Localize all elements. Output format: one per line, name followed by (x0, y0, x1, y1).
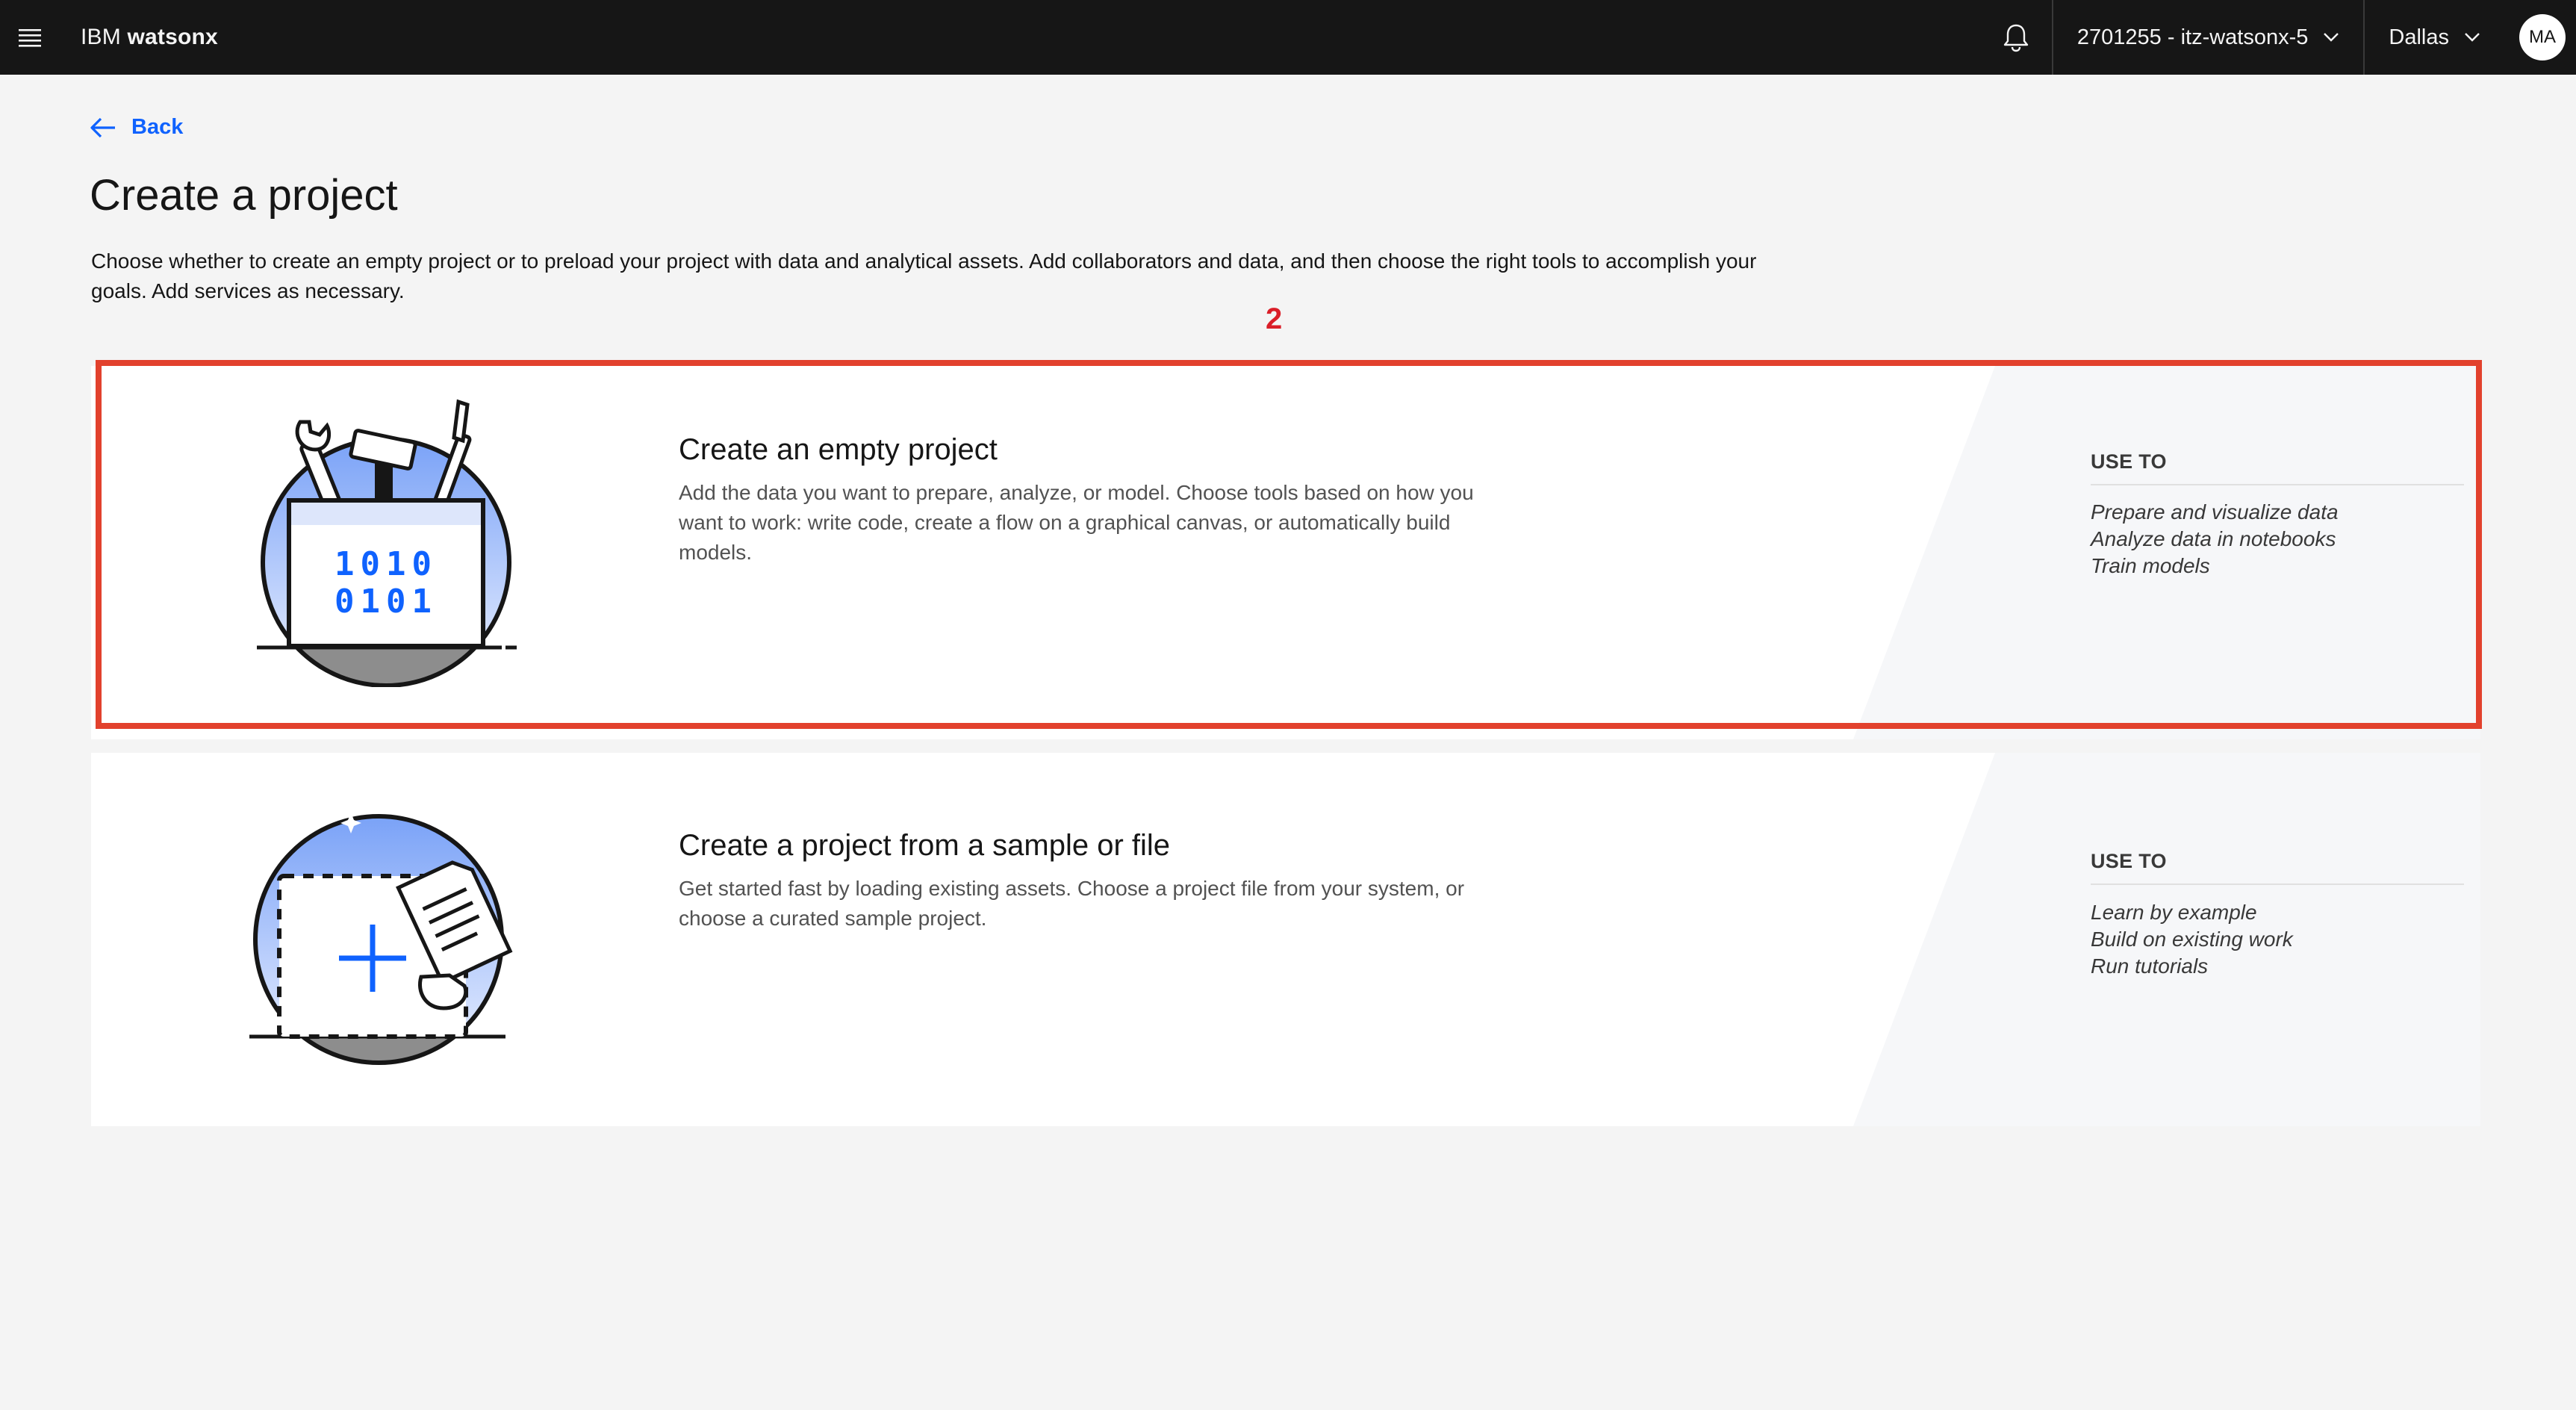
use-to-item: Train models (2091, 554, 2210, 577)
use-to-heading: USE TO (2091, 450, 2464, 485)
binary-line-1: 1010 (335, 545, 438, 583)
use-to-item: Run tutorials (2091, 954, 2209, 978)
card-description: Get started fast by loading existing ass… (679, 877, 1465, 930)
use-to-list: Learn by example Build on existing work … (2091, 899, 2293, 980)
add-file-illustration (249, 798, 513, 1065)
notifications-button[interactable] (1980, 0, 2052, 75)
use-to-list: Prepare and visualize data Analyze data … (2091, 499, 2339, 580)
top-nav-bar: IBM watsonx 2701255 - itz-watsonx-5 Dall… (0, 0, 2576, 75)
use-to-item: Build on existing work (2091, 928, 2293, 951)
back-link[interactable]: Back (90, 115, 183, 140)
use-to-item: Prepare and visualize data (2091, 500, 2339, 524)
chevron-down-icon (2465, 33, 2480, 42)
brand-ibm: IBM (81, 25, 121, 49)
menu-icon (19, 29, 41, 47)
card-description: Add the data you want to prepare, analyz… (679, 481, 1474, 564)
use-to-item: Learn by example (2091, 901, 2257, 924)
account-name: 2701255 - itz-watsonx-5 (2076, 25, 2309, 49)
use-to-heading: USE TO (2091, 850, 2464, 885)
use-to-item: Analyze data in notebooks (2091, 527, 2336, 550)
region-name: Dallas (2389, 25, 2449, 49)
page-title: Create a project (90, 171, 398, 220)
create-from-sample-or-file-card[interactable]: Create a project from a sample or file G… (91, 753, 2480, 1126)
arrow-left-icon (90, 117, 115, 137)
binary-line-2: 0101 (335, 583, 438, 621)
product-name[interactable]: IBM watsonx (81, 25, 218, 50)
chevron-down-icon (2324, 33, 2339, 42)
annotation-step-number: 2 (1266, 302, 1283, 335)
back-label: Back (131, 115, 184, 139)
create-empty-project-card[interactable]: 1010 0101 Create an empty project Add th… (91, 366, 2480, 739)
region-switcher[interactable]: Dallas (2363, 0, 2504, 75)
user-avatar[interactable]: MA (2519, 14, 2566, 60)
page-description: Choose whether to create an empty projec… (91, 249, 1757, 302)
card-title: Create an empty project (679, 433, 998, 466)
hamburger-menu-button[interactable] (0, 0, 60, 75)
card-title: Create a project from a sample or file (679, 829, 1171, 862)
account-switcher[interactable]: 2701255 - itz-watsonx-5 (2051, 0, 2364, 75)
header-actions: 2701255 - itz-watsonx-5 Dallas MA (1980, 0, 2576, 75)
toolbox-illustration: 1010 0101 (257, 399, 517, 687)
brand-product: watsonx (127, 25, 218, 49)
notification-bell-icon (2003, 24, 2029, 52)
